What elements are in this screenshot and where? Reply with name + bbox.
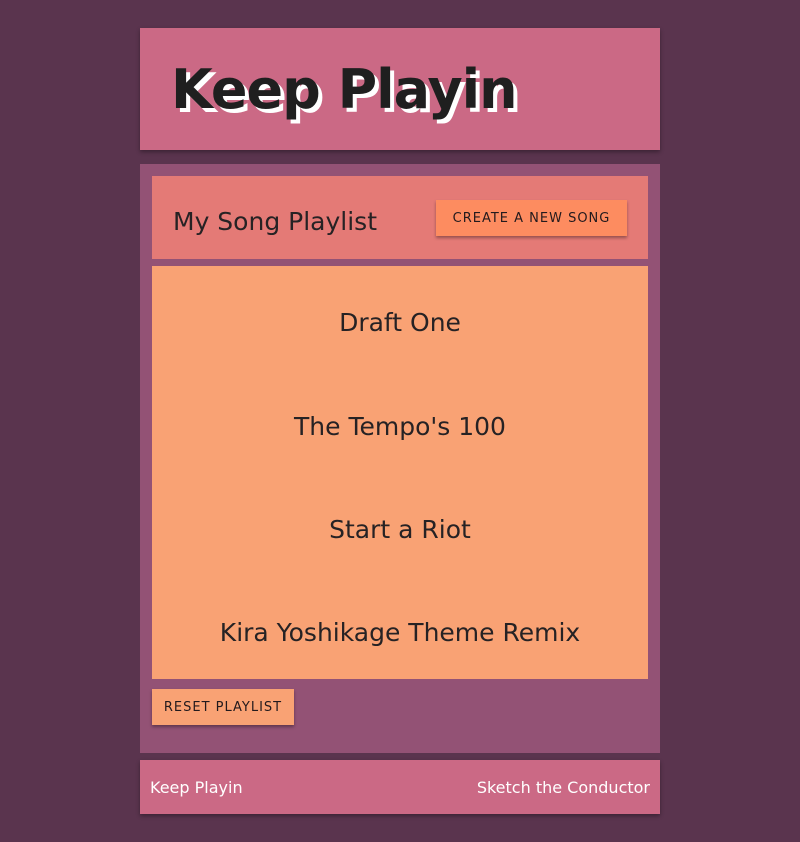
site-header: Keep Playin bbox=[140, 28, 660, 150]
playlist-header: My Song Playlist Create a new song bbox=[152, 176, 648, 259]
playlist-title: My Song Playlist bbox=[173, 207, 377, 236]
song-item[interactable]: The Tempo's 100 bbox=[152, 407, 648, 447]
song-list: Draft One The Tempo's 100 Start a Riot K… bbox=[152, 266, 648, 679]
playlist-panel: My Song Playlist Create a new song Draft… bbox=[140, 164, 660, 753]
reset-playlist-button[interactable]: Reset playlist bbox=[152, 689, 294, 725]
song-item[interactable]: Draft One bbox=[152, 303, 648, 343]
song-item[interactable]: Kira Yoshikage Theme Remix bbox=[152, 613, 648, 653]
song-item[interactable]: Start a Riot bbox=[152, 510, 648, 550]
create-song-button[interactable]: Create a new song bbox=[436, 200, 627, 236]
footer-credit: Sketch the Conductor bbox=[476, 778, 650, 797]
site-footer: Keep Playin Sketch the Conductor bbox=[140, 760, 660, 814]
footer-brand: Keep Playin bbox=[150, 778, 243, 797]
site-title: Keep Playin bbox=[171, 58, 518, 121]
